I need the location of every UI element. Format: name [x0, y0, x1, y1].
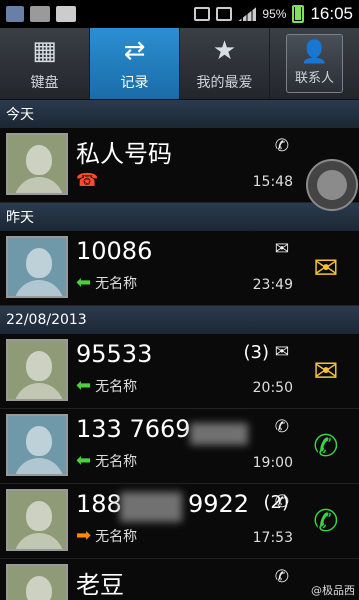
mail-notification-icon [56, 6, 76, 22]
star-icon: ★ [212, 35, 237, 66]
tab-label: 键盘 [30, 74, 59, 91]
contact-name: 老豆 [76, 571, 124, 599]
call-button[interactable]: ✆ [299, 419, 353, 473]
alarm-icon [216, 7, 233, 21]
call-type: ⬅ 无名称 [76, 273, 137, 293]
battery-icon [292, 5, 305, 23]
contacts-box: 👤 联系人 [285, 34, 343, 93]
send-message-button[interactable]: ✉ [299, 344, 353, 398]
call-log-row[interactable]: 10086 ⬅ 无名称 ✉ 23:49 ✉ [0, 231, 359, 306]
phone-icon: ✆ [274, 417, 289, 437]
tab-bar: ▦ 键盘 ⇄ 记录 ★ 我的最爱 👤 联系人 [0, 28, 359, 100]
phone-icon: ✆ [274, 492, 289, 512]
contact-name-suffix: 9922 [188, 490, 250, 518]
send-message-button[interactable]: ✉ [299, 241, 353, 295]
phone-icon: ✆ [274, 567, 289, 587]
blurred-number [190, 423, 248, 445]
battery-percent: 95% [262, 7, 287, 21]
tab-keypad[interactable]: ▦ 键盘 [0, 28, 90, 99]
call-type: ➡ 无名称 [76, 526, 137, 546]
section-header-today: 今天 [0, 100, 359, 128]
avatar [6, 236, 68, 298]
call-log-arrows-icon: ⇄ [123, 35, 146, 66]
call-log-row[interactable]: 老豆 ✆ [0, 559, 359, 600]
contact-name: 95533 [76, 340, 153, 368]
avatar [6, 489, 68, 551]
call-type: ⬅ 无名称 [76, 376, 137, 396]
incoming-arrow-icon: ⬅ [76, 272, 92, 293]
app-notification-icon [6, 6, 24, 22]
type-label: 无名称 [95, 379, 138, 395]
avatar [6, 564, 68, 600]
tab-logs[interactable]: ⇄ 记录 [90, 28, 180, 99]
tab-favorites[interactable]: ★ 我的最爱 [180, 28, 270, 99]
avatar [6, 133, 68, 195]
contact-name: 私人号码 [76, 140, 172, 168]
message-icon: ✉ [274, 342, 289, 362]
floating-assist-button[interactable] [306, 159, 358, 211]
status-bar: 95% 16:05 [0, 0, 359, 28]
contact-person-icon: 👤 [300, 39, 329, 65]
call-button[interactable]: ✆ [299, 494, 353, 548]
tab-contacts[interactable]: 👤 联系人 [270, 28, 359, 99]
outgoing-arrow-icon: ➡ [76, 525, 92, 546]
tab-label: 我的最爱 [196, 74, 253, 91]
call-log-row[interactable]: 私人号码 ☎ ✆ 15:48 [0, 128, 359, 203]
call-time: 15:48 [252, 174, 293, 190]
call-time: 19:00 [252, 455, 293, 471]
avatar [6, 339, 68, 401]
call-type: ☎ [76, 170, 98, 191]
mute-icon [194, 7, 211, 21]
incoming-arrow-icon: ⬅ [76, 450, 92, 471]
call-time: 23:49 [252, 277, 293, 293]
type-label: 无名称 [95, 529, 138, 545]
blurred-number [120, 492, 182, 522]
contact-name: 188 [76, 490, 122, 518]
contact-name: 133 7669 [76, 415, 191, 443]
tab-label: 记录 [120, 74, 149, 91]
avatar [6, 414, 68, 476]
call-log-row[interactable]: 133 7669 ⬅ 无名称 ✆ 19:00 ✆ [0, 409, 359, 484]
phone-icon: ✆ [274, 136, 289, 156]
type-label: 无名称 [95, 454, 138, 470]
section-header-date: 22/08/2013 [0, 306, 359, 334]
call-time: 17:53 [252, 530, 293, 546]
signal-icon [238, 7, 257, 21]
type-label: 无名称 [95, 276, 138, 292]
clock: 16:05 [310, 4, 353, 23]
log-count: (3) [243, 342, 270, 363]
assist-dot-icon [317, 170, 347, 200]
keypad-icon: ▦ [32, 35, 57, 66]
call-time: 20:50 [252, 380, 293, 396]
contact-name: 10086 [76, 237, 153, 265]
incoming-arrow-icon: ⬅ [76, 375, 92, 396]
call-log-row[interactable]: 95533 (3) ⬅ 无名称 ✉ 20:50 ✉ [0, 334, 359, 409]
message-icon: ✉ [274, 239, 289, 259]
image-notification-icon [30, 6, 50, 22]
missed-call-icon: ☎ [76, 170, 99, 191]
watermark: @极品西 [311, 584, 355, 597]
tab-label: 联系人 [294, 71, 334, 86]
call-type: ⬅ 无名称 [76, 451, 137, 471]
call-log-row[interactable]: 188 9922 (2) ➡ 无名称 ✆ 17:53 ✆ [0, 484, 359, 559]
section-header-yesterday: 昨天 [0, 203, 359, 231]
